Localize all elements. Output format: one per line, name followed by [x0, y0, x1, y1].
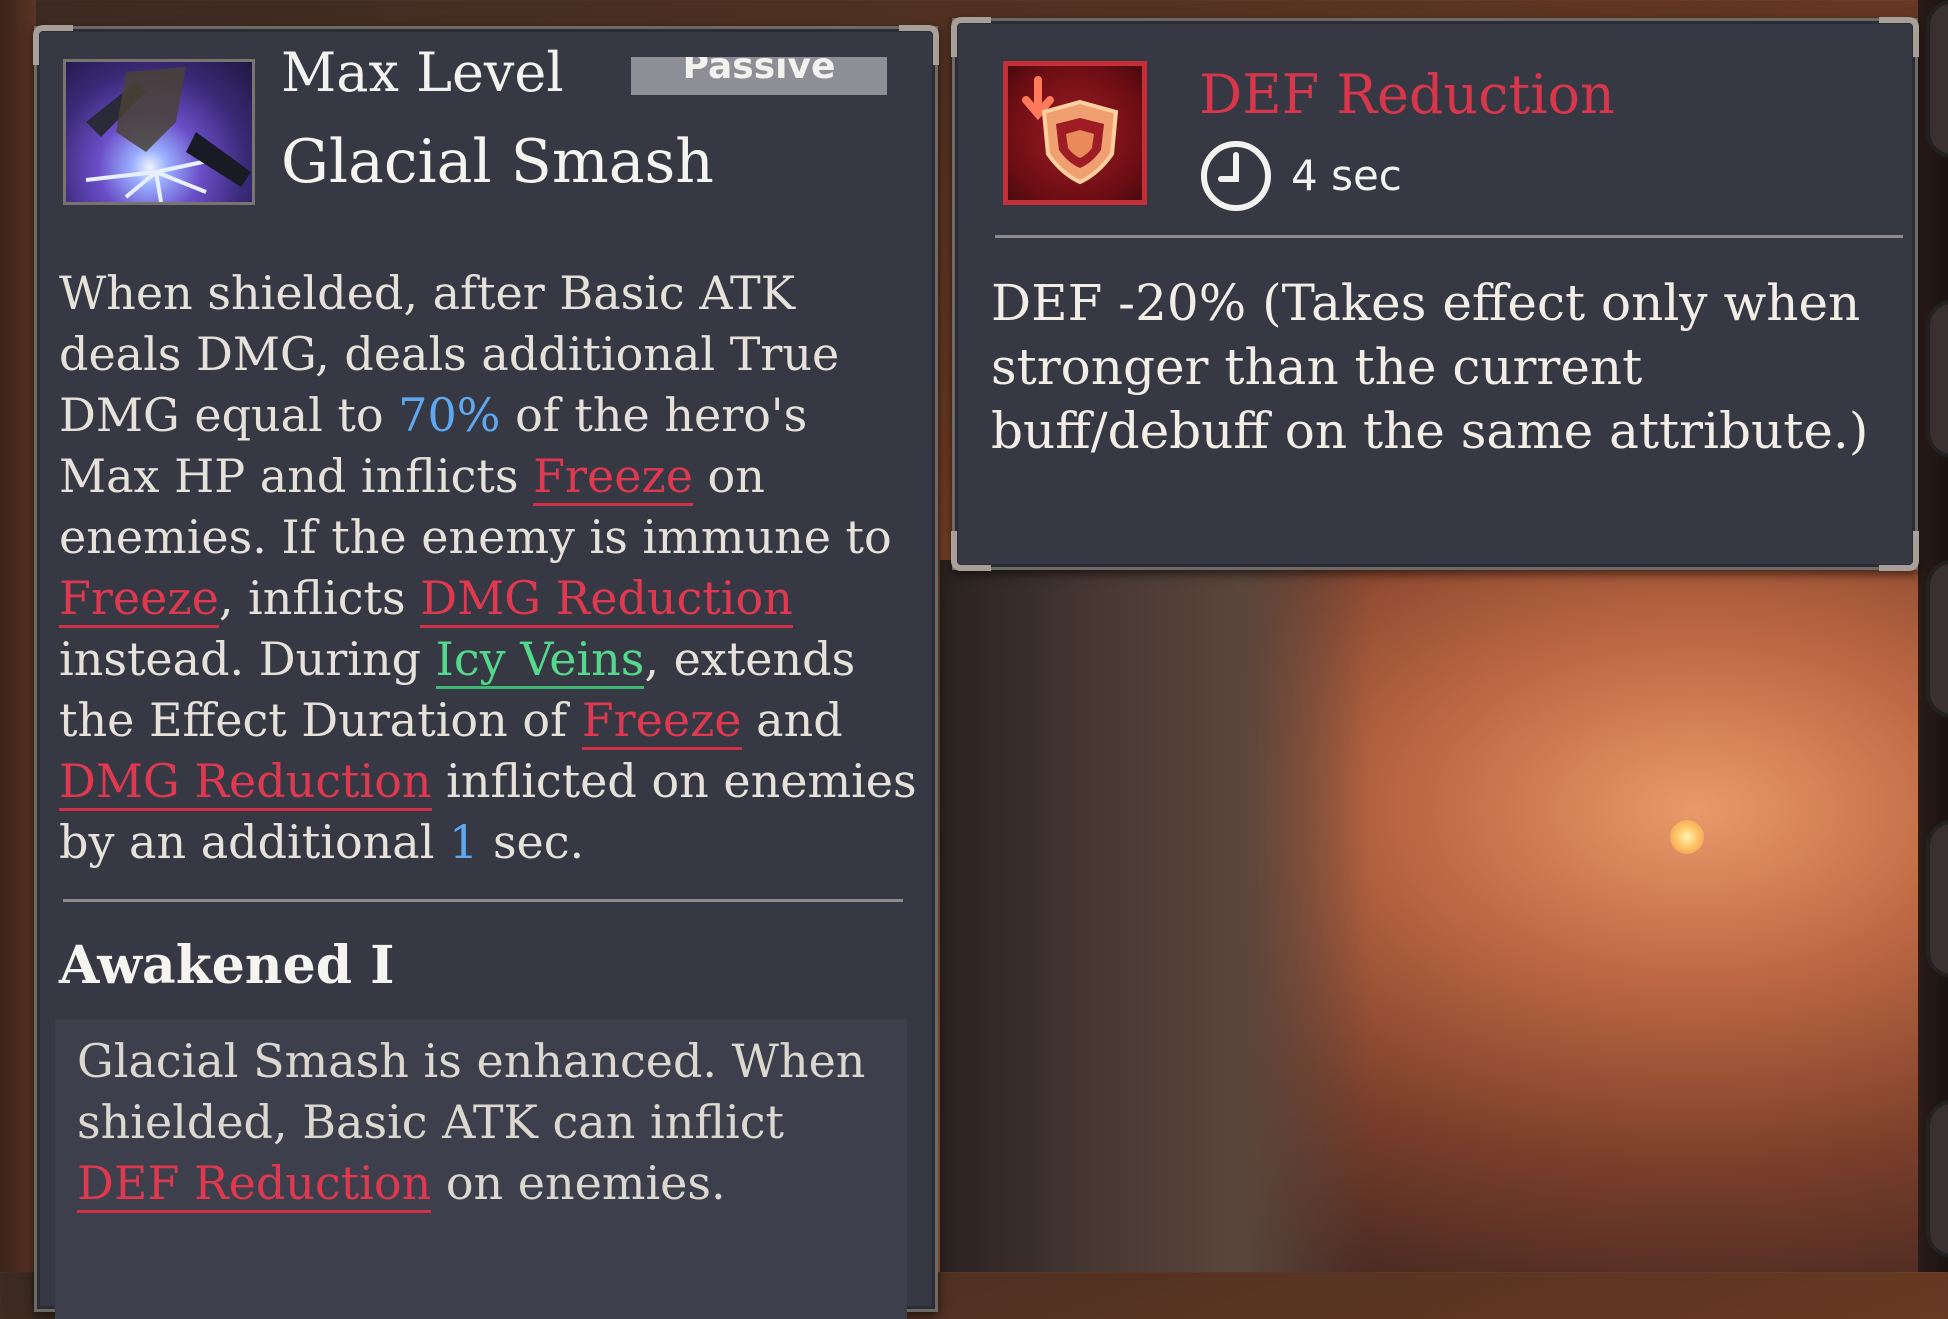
panel-corner [951, 17, 991, 57]
skill-description: When shielded, after Basic ATK deals DMG… [59, 263, 919, 873]
desc-text: instead. During [59, 632, 436, 686]
desc-percent-value: 70% [398, 388, 501, 442]
side-button-4[interactable] [1926, 820, 1948, 978]
awakened-text: Glacial Smash is enhanced. When shielded… [77, 1034, 866, 1149]
divider [995, 235, 1903, 238]
skill-tooltip-panel: Max Level Passive Glacial Smash When shi… [33, 25, 939, 1319]
keyword-dmg-reduction-link[interactable]: DMG Reduction [59, 754, 432, 811]
skill-name: Glacial Smash [281, 127, 714, 197]
glacial-smash-skill-icon [63, 59, 255, 205]
keyword-def-reduction-link[interactable]: DEF Reduction [77, 1156, 432, 1213]
keyword-freeze-link[interactable]: Freeze [59, 571, 219, 628]
buff-description: DEF -20% (Takes effect only when stronge… [991, 274, 1869, 460]
side-button-1[interactable] [1926, 0, 1948, 158]
awakened-title: Awakened I [59, 935, 395, 996]
panel-corner [1879, 17, 1919, 57]
keyword-dmg-reduction-link[interactable]: DMG Reduction [420, 571, 793, 628]
panel-corner [951, 531, 991, 571]
background-rock [940, 560, 1370, 1272]
desc-text: , inflicts [218, 571, 421, 625]
keyword-freeze-link[interactable]: Freeze [581, 693, 742, 750]
background-edge-left [0, 0, 36, 1272]
panel-corner [899, 25, 939, 65]
skill-type-badge: Passive [631, 57, 887, 95]
panel-corner [1879, 531, 1919, 571]
side-button-3[interactable] [1926, 560, 1948, 718]
desc-text: and [741, 693, 843, 747]
def-reduction-shield-icon [1003, 61, 1147, 205]
buff-tooltip-panel: DEF Reduction 4 sec DEF -20% (Takes effe… [951, 17, 1919, 571]
clock-icon [1201, 141, 1271, 211]
awakened-text: on enemies. [431, 1156, 726, 1210]
desc-text: sec. [478, 815, 585, 869]
keyword-icy-veins-link[interactable]: Icy Veins [435, 632, 645, 689]
keyword-freeze-link[interactable]: Freeze [533, 449, 693, 506]
background-scene [940, 560, 1948, 1272]
side-button-5[interactable] [1926, 1100, 1948, 1258]
divider [63, 899, 903, 902]
awakened-description: Glacial Smash is enhanced. When shielded… [77, 1031, 897, 1214]
side-button-2[interactable] [1926, 300, 1948, 458]
background-sun [1670, 820, 1704, 854]
skill-level-label: Max Level [281, 41, 564, 104]
buff-name: DEF Reduction [1199, 63, 1615, 126]
desc-seconds-value: 1 [449, 815, 479, 869]
buff-duration: 4 sec [1291, 151, 1402, 200]
